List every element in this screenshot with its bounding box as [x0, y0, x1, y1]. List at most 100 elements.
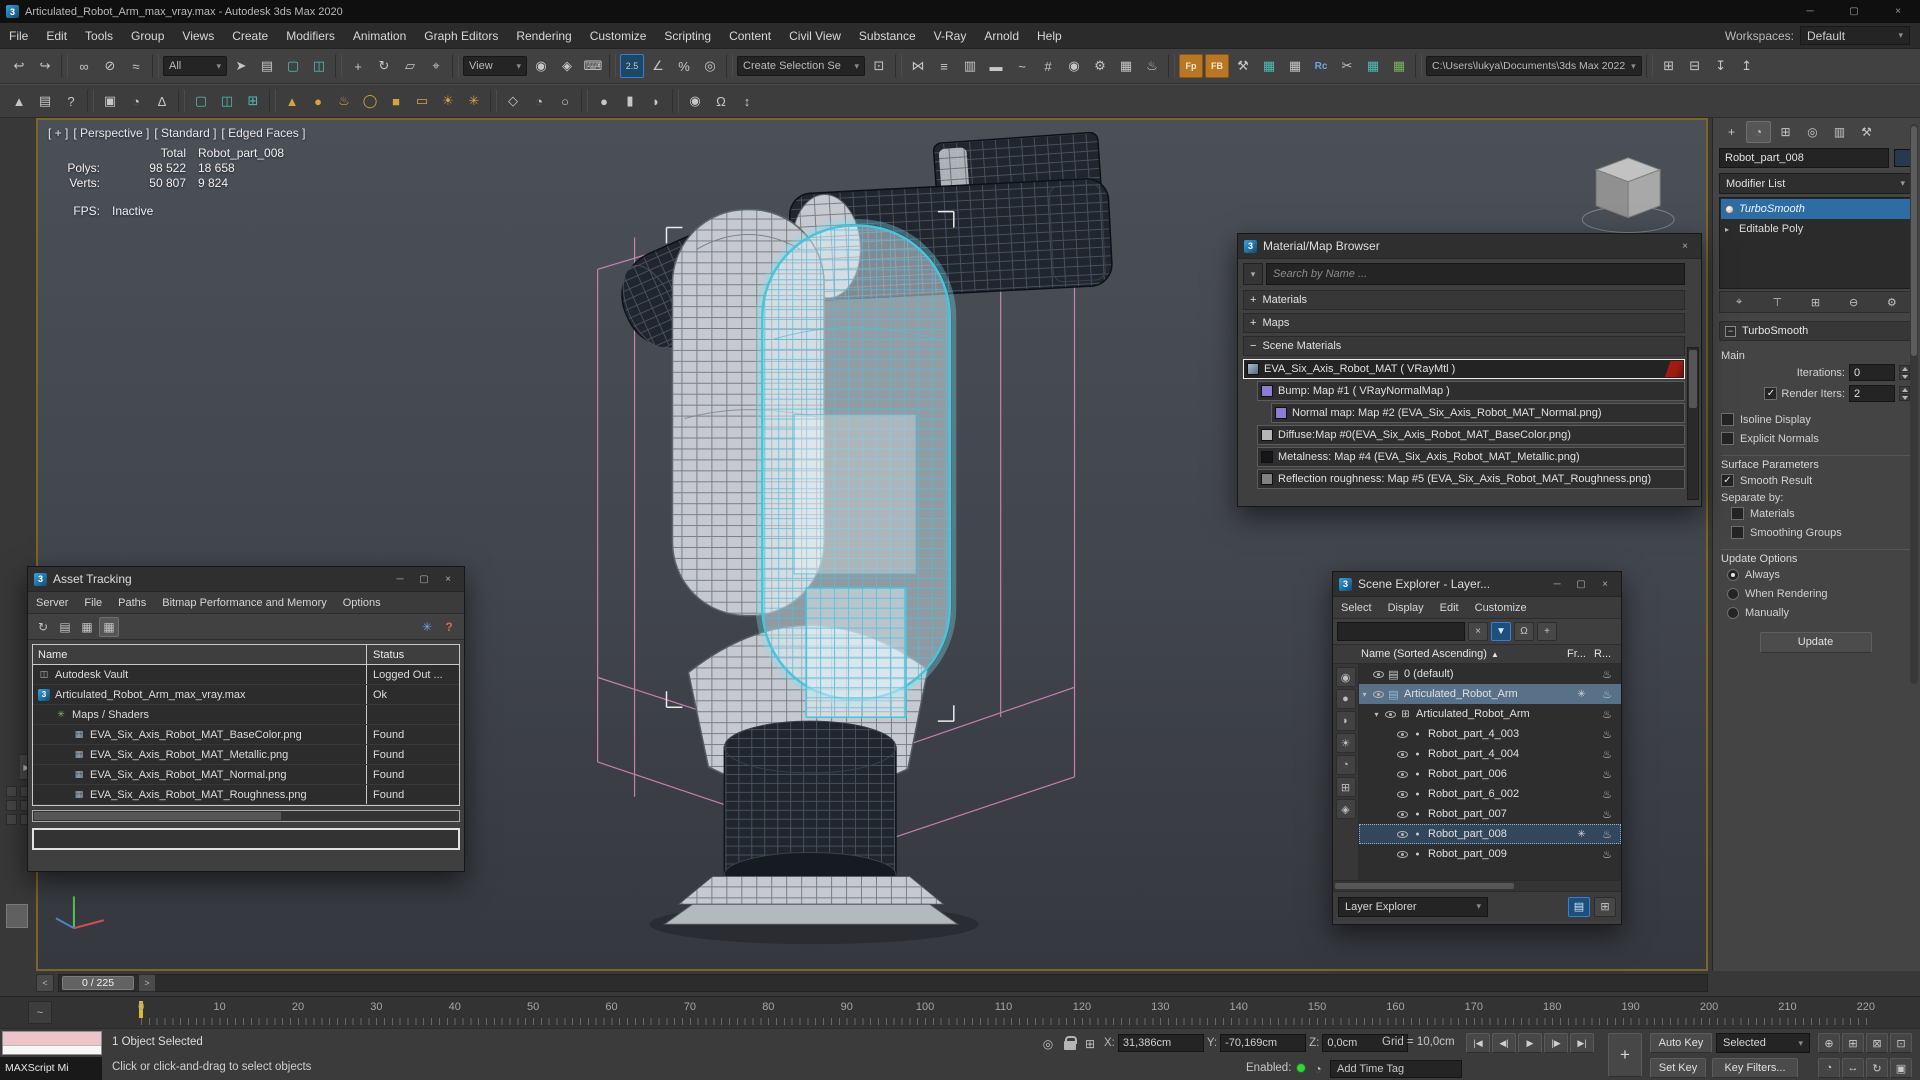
- select-place-icon[interactable]: ⌖: [424, 54, 448, 78]
- asset-library-icon[interactable]: ⊞: [1657, 54, 1681, 78]
- expand-collapse-icon[interactable]: +: [1250, 317, 1256, 329]
- export-icon[interactable]: ↥: [1735, 54, 1759, 78]
- render-iters-spinner[interactable]: 2: [1849, 385, 1895, 402]
- viewport-label-segment[interactable]: [ Edged Faces ]: [221, 126, 305, 140]
- menu-item[interactable]: Modifiers: [277, 23, 344, 49]
- turbosmooth-rollout-header[interactable]: − TurboSmooth: [1719, 321, 1912, 341]
- material-browser-titlebar[interactable]: 3 Material/Map Browser ×: [1238, 234, 1701, 259]
- timeline-next-button[interactable]: >: [138, 974, 156, 992]
- menu-item[interactable]: Views: [173, 23, 223, 49]
- menu-item[interactable]: Customize: [581, 23, 656, 49]
- asset-thumb-view-icon[interactable]: ▦: [77, 617, 97, 637]
- mirror-icon[interactable]: ⋈: [906, 54, 930, 78]
- maxscript-mini-listener[interactable]: [2, 1031, 102, 1055]
- ref-coord-combo[interactable]: View: [463, 56, 527, 76]
- minimize-button[interactable]: ─: [1788, 0, 1832, 23]
- expand-icon[interactable]: ▾: [1371, 710, 1382, 719]
- lock-icon[interactable]: Ω: [1514, 622, 1534, 641]
- update-button[interactable]: Update: [1759, 632, 1872, 653]
- material-search-input[interactable]: [1266, 263, 1685, 285]
- layer-list-icon[interactable]: ▤: [1568, 896, 1590, 917]
- modifier-stack-row-turbosmooth[interactable]: TurboSmooth: [1721, 199, 1910, 219]
- asset-refresh-icon[interactable]: ↻: [33, 617, 53, 637]
- help-icon[interactable]: ?: [59, 89, 83, 113]
- cylinder-select-icon[interactable]: ▮: [618, 89, 642, 113]
- smoothing-groups-checkbox[interactable]: [1731, 526, 1744, 539]
- panel-scrollbar[interactable]: [1910, 124, 1918, 684]
- render-column-header[interactable]: R...: [1594, 648, 1621, 660]
- add-time-tag-field[interactable]: Add Time Tag: [1330, 1060, 1462, 1078]
- remove-modifier-icon[interactable]: ⊖: [1844, 293, 1864, 311]
- renderable-toggle[interactable]: ♨: [1595, 848, 1619, 861]
- visibility-eye-icon[interactable]: [1385, 710, 1396, 718]
- auto-key-button[interactable]: Auto Key: [1650, 1033, 1712, 1053]
- display-lights-icon[interactable]: ☀: [1335, 733, 1356, 753]
- modifier-list-dropdown[interactable]: Modifier List: [1719, 173, 1912, 194]
- scene-explorer-row[interactable]: Robot_part_009 ♨: [1359, 844, 1621, 864]
- material-group-header[interactable]: + Materials: [1243, 290, 1685, 310]
- menu-item[interactable]: Tools: [76, 23, 122, 49]
- spinner-snap-icon[interactable]: ◎: [698, 54, 722, 78]
- prev-frame-button[interactable]: ◀|: [1492, 1033, 1516, 1053]
- window-crossing-icon[interactable]: ◫: [307, 54, 331, 78]
- shapes-icon[interactable]: ◗: [644, 89, 668, 113]
- close-icon[interactable]: ×: [436, 570, 460, 589]
- close-icon[interactable]: ×: [1673, 237, 1697, 256]
- autogrid-plane-icon[interactable]: ▭: [410, 89, 434, 113]
- set-key-button[interactable]: Set Key: [1650, 1058, 1706, 1078]
- populate-icon[interactable]: ◔: [124, 89, 148, 113]
- data-table-icon[interactable]: ▦: [1283, 54, 1307, 78]
- rendered-frame-icon[interactable]: ▦: [1114, 54, 1138, 78]
- robot-selected-forearm[interactable]: [755, 219, 957, 718]
- select-by-name-icon[interactable]: ▤: [255, 54, 279, 78]
- menu-item[interactable]: Scripting: [655, 23, 720, 49]
- menu-item[interactable]: Create: [223, 23, 277, 49]
- make-unique-icon[interactable]: ⊞: [1805, 293, 1825, 311]
- mini-arrows-icon[interactable]: ↕: [735, 89, 759, 113]
- spinner-down-icon[interactable]: [1899, 373, 1910, 380]
- scene-menu-item[interactable]: Display: [1380, 602, 1432, 614]
- menu-item[interactable]: Content: [720, 23, 780, 49]
- scene-menu-item[interactable]: Customize: [1467, 602, 1535, 614]
- select-rotate-icon[interactable]: ↻: [372, 54, 396, 78]
- select-move-icon[interactable]: +: [346, 54, 370, 78]
- region-set1-icon[interactable]: ▢: [189, 89, 213, 113]
- menu-item[interactable]: Group: [122, 23, 173, 49]
- asset-menu-item[interactable]: Server: [28, 597, 76, 609]
- menu-item[interactable]: V-Ray: [925, 23, 976, 49]
- camera-view-icon[interactable]: ◔: [527, 89, 551, 113]
- renderable-toggle[interactable]: ♨: [1595, 728, 1619, 741]
- menu-item[interactable]: Civil View: [780, 23, 850, 49]
- notes-icon[interactable]: ▤: [33, 89, 57, 113]
- scene-explorer-row[interactable]: Robot_part_008 ✳ ♨: [1359, 824, 1621, 844]
- time-slider-track[interactable]: 0 / 225: [58, 974, 1708, 992]
- y-coordinate-field[interactable]: -70,169cm: [1220, 1034, 1307, 1052]
- menu-item[interactable]: Help: [1028, 23, 1071, 49]
- timeline-prev-button[interactable]: <: [36, 974, 54, 992]
- material-entry[interactable]: Normal map: Map #2 (EVA_Six_Axis_Robot_M…: [1271, 403, 1685, 423]
- region-set2-icon[interactable]: ◫: [215, 89, 239, 113]
- display-materials-icon[interactable]: ◈: [1335, 799, 1356, 819]
- clear-search-icon[interactable]: ×: [1468, 622, 1488, 641]
- maxscript-listener-label[interactable]: MAXScript Mi: [0, 1057, 102, 1080]
- selection-filter-combo[interactable]: All: [163, 56, 227, 76]
- frozen-toggle[interactable]: ✳: [1568, 689, 1595, 700]
- fov-icon[interactable]: ◔: [1818, 1058, 1840, 1078]
- asset-row[interactable]: Maps / Shaders: [33, 705, 459, 725]
- spinner-down-icon[interactable]: [1899, 394, 1910, 401]
- lock-axis-icon[interactable]: Ω: [709, 89, 733, 113]
- compass-icon[interactable]: ✳: [462, 89, 486, 113]
- material-entry[interactable]: Reflection roughness: Map #5 (EVA_Six_Ax…: [1257, 469, 1685, 489]
- robot-base-plate[interactable]: [649, 875, 979, 945]
- zoom-window-icon[interactable]: ⊞: [1842, 1033, 1864, 1053]
- x-coordinate-field[interactable]: 31,386cm: [1117, 1034, 1204, 1052]
- frozen-column-header[interactable]: Fr...: [1567, 648, 1594, 660]
- asset-tracking-titlebar[interactable]: 3 Asset Tracking ─ ▢ ×: [28, 567, 464, 592]
- asset-horizontal-scrollbar[interactable]: [32, 810, 460, 822]
- view-cube[interactable]: [1581, 157, 1675, 233]
- motion-tab-icon[interactable]: ◎: [1800, 121, 1825, 143]
- modifier-enable-icon[interactable]: [1725, 204, 1734, 214]
- display-cameras-icon[interactable]: ◔: [1335, 755, 1356, 775]
- display-helpers-icon[interactable]: ⊞: [1335, 777, 1356, 797]
- absolute-mode-icon[interactable]: ⊞: [1080, 1034, 1100, 1054]
